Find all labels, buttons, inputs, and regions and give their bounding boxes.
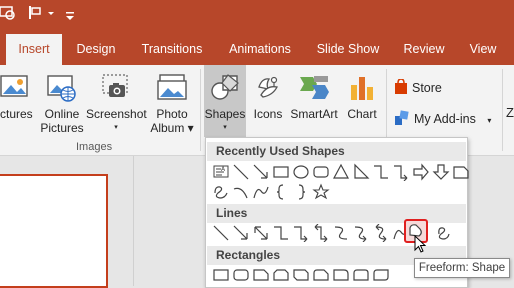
present-from-start-icon[interactable] [0,4,18,27]
triangle-icon[interactable] [332,163,350,181]
online-pictures-button[interactable]: Online Pictures [38,65,86,139]
line-icon[interactable] [232,163,250,181]
tab-design[interactable]: Design [66,34,126,65]
online-pictures-label-2: Pictures [40,121,84,135]
photo-album-icon [156,73,188,106]
round-same-side-rectangle-icon[interactable] [352,266,370,284]
my-addins-label: My Add-ins [414,112,476,126]
ribbon-tabs: Insert Design Transitions Animations Sli… [0,34,514,65]
rectangle-icon[interactable] [212,266,230,284]
recently-used-shapes-header: Recently Used Shapes [207,142,466,161]
curved-double-arrow-connector-icon[interactable] [372,224,390,242]
mouse-cursor-icon [414,234,428,260]
pictures-button[interactable]: ictures [0,65,36,139]
elbow-connector-icon[interactable] [372,163,390,181]
snip-round-rectangle-icon[interactable] [312,266,330,284]
store-icon [394,78,408,98]
tab-view[interactable]: View [460,34,506,65]
text-box-icon[interactable]: A [212,163,230,181]
rectangle-icon[interactable] [272,163,290,181]
shapes-caret-icon: ▾ [223,124,227,131]
elbow-arrow-connector-icon[interactable] [392,163,410,181]
group-separator [502,69,503,151]
store-button[interactable]: Store [394,78,442,98]
scribble-icon[interactable] [434,224,452,242]
arrow-line-icon[interactable] [252,163,270,181]
line-icon[interactable] [212,224,230,242]
online-pictures-icon [46,73,78,106]
rounded-rectangle-icon[interactable] [232,266,250,284]
elbow-arrow-connector-icon[interactable] [292,224,310,242]
start-from-beginning-icon[interactable] [26,4,44,27]
snip-single-corner-rectangle-icon[interactable] [252,266,270,284]
title-bar [0,0,514,34]
right-arrow-icon[interactable] [412,163,430,181]
icons-icon [253,73,283,106]
left-brace-icon[interactable] [272,183,290,201]
elbow-connector-icon[interactable] [272,224,290,242]
tab-transitions[interactable]: Transitions [132,34,212,65]
qat-dropdown-icon[interactable] [46,6,56,25]
smartart-label: SmartArt [290,107,338,121]
chart-button[interactable]: Chart [342,65,382,139]
pictures-label: ictures [0,107,33,121]
arc-icon[interactable] [232,183,250,201]
snip-same-side-rectangle-icon[interactable] [272,266,290,284]
right-triangle-icon[interactable] [352,163,370,181]
curved-arrow-connector-icon[interactable] [352,224,370,242]
icons-label: Icons [253,107,283,121]
round-diagonal-rectangle-icon[interactable] [372,266,390,284]
icons-button[interactable]: Icons [248,65,288,139]
zoom-partial[interactable]: Z [506,105,514,120]
shapes-button[interactable]: Shapes ▾ [204,65,246,137]
customize-qat-icon[interactable] [64,8,76,26]
scribble-icon[interactable] [212,183,230,201]
my-addins-icon [394,110,410,129]
screenshot-icon [101,73,131,104]
tab-review[interactable]: Review [394,34,454,65]
screenshot-button[interactable]: Screenshot ▾ [86,65,147,139]
snip-diagonal-rectangle-icon[interactable] [292,266,310,284]
oval-icon[interactable] [292,163,310,181]
freeform-shape-tooltip: Freeform: Shape [414,258,510,278]
shapes-label: Shapes [204,107,246,121]
pictures-icon [0,73,30,104]
online-pictures-label-1: Online [44,107,80,121]
round-single-corner-rectangle-icon[interactable] [332,266,350,284]
store-label: Store [412,81,442,95]
screenshot-label: Screenshot [86,107,147,121]
arrow-line-icon[interactable] [232,224,250,242]
down-arrow-icon[interactable] [432,163,450,181]
tab-animations[interactable]: Animations [220,34,300,65]
snip-rectangle-icon[interactable] [452,163,470,181]
smartart-icon [297,73,331,106]
slide-thumbnail-pane [0,156,133,288]
slide-thumbnail[interactable] [0,174,108,288]
my-addins-caret-icon: ▾ [487,116,492,125]
smartart-button[interactable]: SmartArt [288,65,340,139]
my-addins-button[interactable]: My Add-ins ▾ [394,110,491,129]
photo-album-label-2: Album ▾ [150,121,194,135]
double-arrow-line-icon[interactable] [252,224,270,242]
tab-slide-show[interactable]: Slide Show [310,34,386,65]
right-brace-icon[interactable] [292,183,310,201]
photo-album-label-1: Photo [156,107,188,121]
star-icon[interactable] [312,183,330,201]
curved-connector-icon[interactable] [332,224,350,242]
curve-icon[interactable] [252,183,270,201]
group-separator [200,69,201,151]
photo-album-button[interactable]: Photo Album ▾ [146,65,198,139]
screenshot-caret-icon: ▾ [114,124,118,131]
images-group-label: Images [76,141,113,153]
chart-label: Chart [347,107,377,121]
shapes-icon [209,73,241,106]
svg-text:A: A [221,166,226,173]
rounded-rectangle-icon[interactable] [312,163,330,181]
tab-insert[interactable]: Insert [6,34,62,65]
elbow-double-arrow-connector-icon[interactable] [312,224,330,242]
chart-icon [348,73,376,106]
